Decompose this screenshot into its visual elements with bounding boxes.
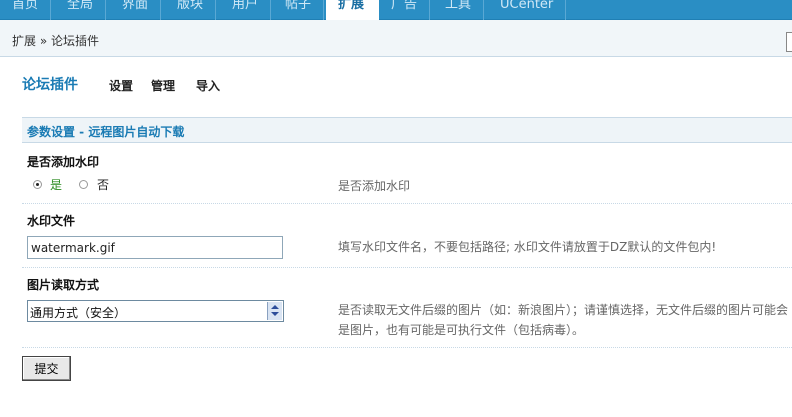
row-divider [22, 347, 792, 348]
section-header: 参数设置 - 远程图片自动下载 [22, 117, 792, 143]
watermark-file-label: 水印文件 [27, 214, 76, 228]
subnav-import[interactable]: 导入 [196, 77, 220, 94]
watermark-label: 是否添加水印 [27, 155, 100, 169]
submit-button[interactable]: 提交 [22, 356, 71, 381]
read-mode-selected: 通用方式（安全） [30, 306, 127, 320]
tab-interface[interactable]: 界面 [110, 0, 162, 20]
tab-extensions[interactable]: 扩展 [326, 0, 379, 21]
watermark-hint: 是否添加水印 [338, 179, 411, 193]
tab-users[interactable]: 用户 [220, 0, 272, 20]
tab-tools[interactable]: 工具 [433, 0, 485, 20]
subnav-settings[interactable]: 设置 [109, 77, 133, 94]
tab-ucenter[interactable]: UCenter [488, 0, 567, 20]
read-mode-label: 图片读取方式 [27, 278, 100, 292]
tab-home[interactable]: 首页 [0, 0, 52, 20]
search-box-edge[interactable] [786, 32, 792, 52]
breadcrumb: 扩展 » 论坛插件 [12, 34, 99, 48]
watermark-file-input[interactable] [27, 236, 283, 259]
page-title: 论坛插件 [22, 77, 78, 93]
watermark-yes-label: 是 [50, 178, 63, 192]
tab-ads[interactable]: 广告 [379, 0, 431, 20]
tab-global[interactable]: 全局 [55, 0, 107, 20]
watermark-no-radio[interactable] [79, 180, 88, 189]
subnav-manage[interactable]: 管理 [151, 77, 175, 94]
read-mode-select[interactable]: 通用方式（安全） [27, 300, 284, 322]
watermark-no-label: 否 [97, 178, 110, 192]
row-divider [22, 267, 792, 268]
watermark-yes-radio[interactable] [33, 180, 42, 189]
tab-posts[interactable]: 帖子 [273, 0, 325, 20]
read-mode-hint-1: 是否读取无文件后缀的图片（如：新浪图片）；请谨慎选择，无文件后缀的图片可能会 [338, 303, 789, 317]
breadcrumb-bar: 扩展 » 论坛插件 [0, 20, 792, 57]
dropdown-arrow-icon[interactable] [267, 302, 282, 320]
section-title: 参数设置 - 远程图片自动下载 [27, 125, 185, 139]
tab-forums[interactable]: 版块 [165, 0, 217, 20]
read-mode-hint-2: 是图片，也有可能是可执行文件（包括病毒）。 [338, 323, 585, 337]
row-divider [22, 203, 792, 204]
watermark-file-hint: 填写水印文件名，不要包括路径; 水印文件请放置于DZ默认的文件包内! [338, 240, 717, 254]
top-nav: 首页 全局 界面 版块 用户 帖子 扩展 广告 工具 UCenter [0, 0, 792, 21]
